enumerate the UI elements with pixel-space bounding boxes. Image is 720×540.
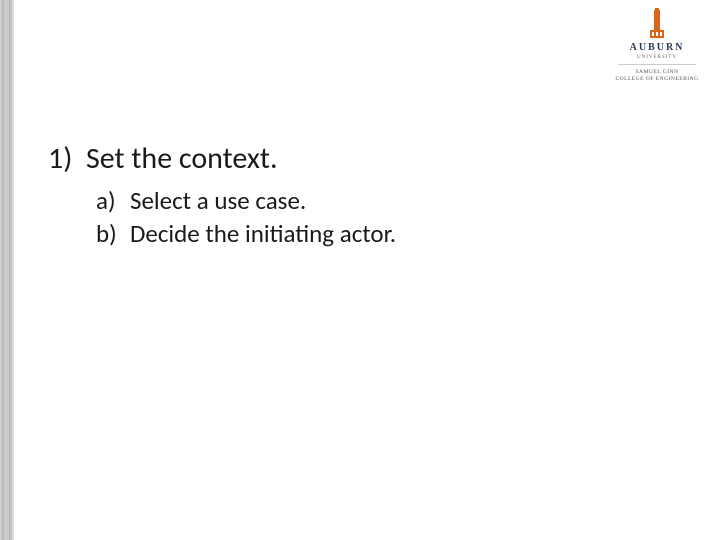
outline-sub-text: Decide the initiating actor. (130, 218, 396, 249)
university-logo: AUBURN UNIVERSITY SAMUEL GINN COLLEGE OF… (612, 8, 702, 83)
outline-sub-marker: b) (96, 218, 130, 249)
outline-item-1: 1) Set the context. (48, 140, 690, 177)
outline-text: Set the context. (86, 140, 278, 177)
logo-tower-icon (612, 8, 702, 40)
logo-wordmark: AUBURN (612, 42, 702, 53)
outline-sub-marker: a) (96, 185, 130, 216)
outline-subitem-b: b) Decide the initiating actor. (96, 218, 690, 249)
decorative-left-border (0, 0, 14, 540)
outline-subitem-a: a) Select a use case. (96, 185, 690, 216)
slide-content: 1) Set the context. a) Select a use case… (48, 140, 690, 251)
logo-college-line2: COLLEGE OF ENGINEERING (612, 76, 702, 83)
logo-divider (618, 64, 696, 65)
outline-sub-text: Select a use case. (130, 185, 306, 216)
outline-sublist: a) Select a use case. b) Decide the init… (96, 185, 690, 249)
logo-college-line1: SAMUEL GINN (612, 69, 702, 76)
logo-subtext: UNIVERSITY (612, 55, 702, 60)
outline-marker: 1) (48, 140, 86, 177)
